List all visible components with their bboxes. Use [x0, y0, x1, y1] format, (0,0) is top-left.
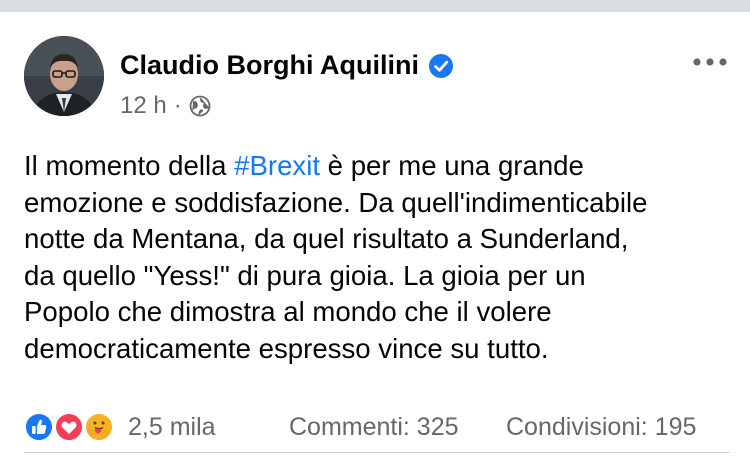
shares-count-link[interactable]: Condivisioni: 195	[506, 413, 696, 442]
post-text-segment: è per me una grande	[320, 150, 584, 181]
post-text-line: democraticamente espresso vince su tutto…	[24, 332, 549, 364]
post-text-line: da quello "Yess!" di pura gioia. La gioi…	[24, 259, 586, 291]
like-reaction-icon	[24, 412, 54, 442]
post-text-line: emozione e soddisfazione. Da quell'indim…	[24, 186, 648, 218]
post-text-line: Il momento della #Brexit è per me una gr…	[24, 148, 730, 185]
reaction-icons-group	[24, 410, 122, 444]
author-line: Claudio Borghi Aquilini	[120, 50, 454, 81]
post-text-line: Popolo che dimostra al mondo che il vole…	[24, 296, 552, 327]
post-timestamp[interactable]: 12 h	[120, 92, 167, 120]
meta-separator: ·	[173, 92, 182, 119]
author-avatar[interactable]	[24, 36, 104, 116]
globe-icon[interactable]	[189, 95, 211, 117]
hashtag-link[interactable]: #Brexit	[234, 150, 320, 181]
verified-badge-icon	[428, 53, 453, 78]
care-reaction-icon	[84, 412, 114, 442]
more-options-icon[interactable]	[690, 54, 730, 70]
post-text-segment: Il momento della	[24, 150, 235, 181]
love-reaction-icon	[54, 412, 84, 442]
reaction-count: 2,5 mila	[128, 412, 216, 441]
post-text-line: notte da Mentana, da quel risultato a Su…	[24, 223, 629, 254]
post-card: Claudio Borghi Aquilini 12 h · Il moment…	[0, 12, 750, 456]
author-name[interactable]: Claudio Borghi Aquilini	[120, 50, 419, 81]
avatar-photo	[24, 36, 104, 116]
actions-divider	[24, 452, 730, 453]
post-meta: 12 h ·	[120, 92, 211, 120]
comments-count-link[interactable]: Commenti: 325	[289, 413, 459, 442]
post-body: Il momento della #Brexit è per me una gr…	[24, 148, 730, 367]
reactions-summary[interactable]: 2,5 mila	[24, 410, 216, 444]
feed-separator-strip	[0, 0, 750, 12]
